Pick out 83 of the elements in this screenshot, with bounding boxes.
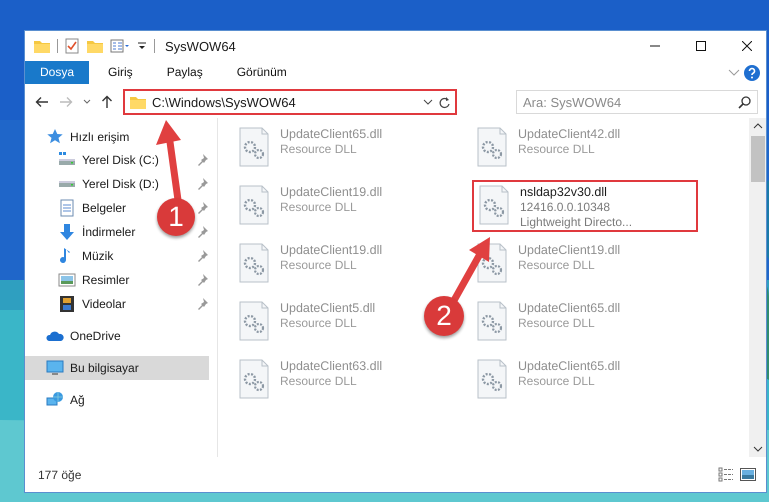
film-icon — [58, 295, 76, 313]
file-name: UpdateClient19.dll — [280, 243, 382, 258]
file-detail: 12416.0.0.10348 — [520, 200, 612, 215]
sidebar-item[interactable]: Resimler — [25, 268, 134, 292]
up-arrow-icon[interactable] — [101, 95, 113, 109]
drive-icon — [58, 180, 76, 188]
image-icon — [58, 271, 76, 289]
file-detail: Resource DLL — [280, 200, 358, 215]
file-detail: Resource DLL — [518, 142, 596, 157]
file-name: nsldap32v30.dll — [520, 185, 608, 200]
item-count: 177 öğe — [38, 468, 82, 482]
search-field[interactable]: Ara: SysWOW64 — [516, 90, 758, 114]
gear-file-icon — [238, 301, 270, 341]
folder-icon — [129, 94, 147, 110]
gear-file-icon — [238, 185, 270, 225]
scrollbar[interactable] — [749, 118, 766, 457]
file-name: UpdateClient63.dll — [280, 359, 382, 374]
chevron-down-icon[interactable] — [752, 445, 762, 453]
window-title: SysWOW64 — [165, 38, 236, 54]
thumbnail-view-icon[interactable] — [740, 467, 756, 482]
checklist-icon[interactable] — [64, 38, 80, 54]
file-name: UpdateClient19.dll — [518, 243, 620, 258]
help-icon[interactable] — [744, 64, 760, 80]
ribbon-tab[interactable]: Giriş — [93, 61, 148, 84]
sidebar-item[interactable]: Bu bilgisayar — [25, 356, 209, 380]
pin-icon[interactable] — [197, 297, 209, 311]
ribbon-tab[interactable]: Görünüm — [222, 61, 302, 84]
search-icon — [738, 96, 751, 109]
sidebar-item[interactable]: İndirmeler — [25, 220, 140, 244]
address-bar[interactable]: C:\Windows\SysWOW64 — [123, 89, 457, 115]
file-detail: Resource DLL — [280, 142, 358, 157]
pin-icon[interactable] — [197, 153, 209, 167]
details-view-icon[interactable] — [718, 467, 734, 482]
pin-icon[interactable] — [197, 177, 209, 191]
file-detail: Resource DLL — [518, 374, 596, 389]
star-icon — [46, 128, 64, 146]
gear-file-icon — [476, 301, 508, 341]
chevron-down-icon[interactable] — [423, 99, 433, 105]
pin-icon[interactable] — [197, 249, 209, 263]
sidebar-item[interactable]: Hızlı erişim — [25, 126, 209, 148]
gear-file-icon — [238, 243, 270, 283]
file-name: UpdateClient65.dll — [518, 301, 620, 316]
properties-icon[interactable] — [110, 38, 130, 54]
sidebar-item[interactable]: OneDrive — [25, 324, 209, 348]
document-icon — [58, 199, 76, 217]
gear-file-icon — [476, 359, 508, 399]
scrollbar-thumb[interactable] — [750, 136, 764, 182]
file-name: UpdateClient65.dll — [518, 359, 620, 374]
chevron-up-icon[interactable] — [752, 122, 762, 130]
refresh-icon[interactable] — [438, 96, 451, 108]
pin-icon[interactable] — [197, 273, 209, 287]
gear-file-icon — [476, 127, 508, 167]
file-detail: Resource DLL — [280, 258, 358, 273]
file-detail: Resource DLL — [280, 374, 358, 389]
sidebar-item[interactable]: Belgeler — [25, 196, 130, 220]
back-arrow-icon[interactable] — [35, 96, 49, 108]
monitor-icon — [46, 359, 64, 377]
maximize-icon[interactable] — [696, 41, 706, 51]
file-item[interactable]: nsldap32v30.dll 12416.0.0.10348 Lightweight Directo... — [472, 180, 698, 232]
sidebar-item[interactable]: Videolar — [25, 292, 130, 316]
file-name: UpdateClient65.dll — [280, 127, 382, 142]
ribbon-tab[interactable]: Paylaş — [152, 61, 218, 84]
download-arrow-icon — [58, 223, 76, 241]
gear-file-icon — [238, 359, 270, 399]
file-detail: Resource DLL — [518, 316, 596, 331]
file-detail: Resource DLL — [280, 316, 358, 331]
file-name: UpdateClient42.dll — [518, 127, 620, 142]
file-name: UpdateClient19.dll — [280, 185, 382, 200]
ribbon-tab[interactable]: Dosya — [25, 61, 90, 84]
address-path: C:\Windows\SysWOW64 — [152, 94, 296, 110]
gear-file-icon — [478, 185, 510, 225]
sidebar-item[interactable]: Ağ — [25, 388, 209, 412]
gear-file-icon — [238, 127, 270, 167]
file-detail: Resource DLL — [518, 258, 596, 273]
chevron-down-icon[interactable] — [83, 99, 91, 105]
sidebar-item[interactable]: Yerel Disk (C:) — [25, 148, 163, 172]
pin-icon[interactable] — [197, 201, 209, 215]
file-name: UpdateClient5.dll — [280, 301, 376, 316]
file-detail: Lightweight Directo... — [520, 215, 632, 230]
close-icon[interactable] — [742, 41, 752, 51]
pin-icon[interactable] — [197, 225, 209, 239]
sidebar-item[interactable]: Yerel Disk (D:) — [25, 172, 163, 196]
sidebar-item[interactable]: Müzik — [25, 244, 118, 268]
